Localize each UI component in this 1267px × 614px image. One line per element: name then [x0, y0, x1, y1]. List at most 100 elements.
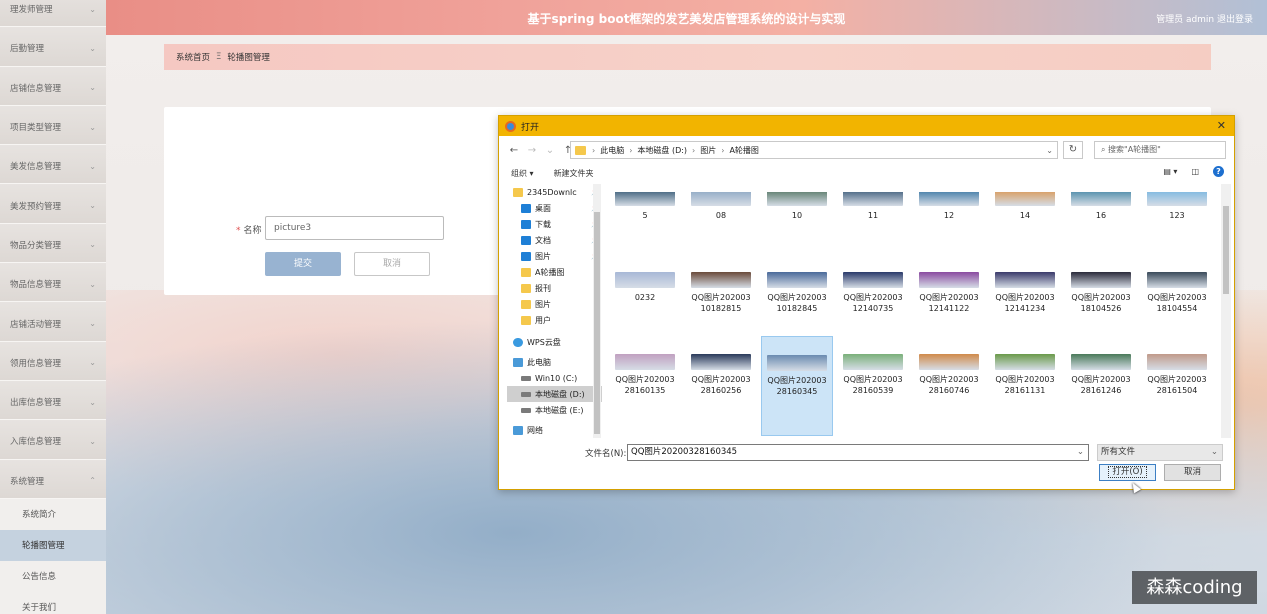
sidebar-item-label: 物品信息管理: [10, 280, 62, 291]
chevron-down-icon[interactable]: ⌄: [1211, 445, 1218, 460]
nav-item[interactable]: 图片: [507, 296, 602, 312]
address-segment[interactable]: A轮播图: [729, 145, 758, 156]
file-name: 123: [1169, 211, 1185, 220]
nav-item-label: 下载: [535, 219, 551, 229]
address-segment[interactable]: 图片: [700, 145, 716, 156]
drive-icon: [521, 391, 531, 397]
navigation-pane: 2345Downlc📌桌面📌下载📌文档📌图片📌A轮播图报刊图片用户 WPS云盘此电…: [507, 184, 602, 438]
file-tile[interactable]: QQ图片20200328160135: [609, 336, 681, 436]
forward-arrow-icon[interactable]: →: [523, 145, 541, 156]
file-tile[interactable]: QQ图片20200328160345: [761, 336, 833, 436]
sidebar-item-label: 美发预约管理: [10, 201, 62, 212]
close-icon[interactable]: ✕: [1217, 119, 1226, 132]
nav-item-label: 用户: [535, 315, 551, 325]
chevron-down-icon[interactable]: ⌄: [1077, 445, 1084, 460]
submit-button[interactable]: 提交: [265, 252, 341, 276]
sidebar-item[interactable]: 物品信息管理 ⌄: [0, 263, 106, 303]
sidebar-item[interactable]: 项目类型管理 ⌄: [0, 105, 106, 146]
nav-item[interactable]: 图片📌: [507, 248, 602, 264]
back-arrow-icon[interactable]: ←: [505, 145, 523, 156]
nav-item[interactable]: 2345Downlc📌: [507, 184, 602, 200]
file-tile[interactable]: QQ图片20200328161131: [989, 336, 1061, 436]
browser-icon: [505, 120, 516, 132]
sidebar-item[interactable]: 店铺信息管理 ⌄: [0, 66, 106, 106]
nav-item[interactable]: 本地磁盘 (D:): [507, 386, 602, 402]
file-tile[interactable]: QQ图片20200328160539: [837, 336, 909, 436]
address-segment[interactable]: 此电脑: [600, 145, 624, 156]
image-thumbnail: [919, 272, 979, 288]
chevron-down-icon[interactable]: ⌄: [1046, 146, 1053, 155]
preview-pane-icon[interactable]: ◫: [1191, 167, 1199, 176]
sidebar-item[interactable]: 入库信息管理 ⌄: [0, 420, 106, 460]
file-tile[interactable]: QQ图片20200328161246: [1065, 336, 1137, 436]
dialog-toolbar: 组织 ▾ 新建文件夹 ▤ ▾ ◫ ?: [499, 164, 1234, 182]
file-tile[interactable]: QQ图片20200328161504: [1141, 336, 1213, 436]
file-grid: 5 08 10 11 12 14 16 123 0232 QQ图片20200310182815 QQ…: [609, 192, 1221, 438]
sidebar-item[interactable]: 后勤管理 ⌄: [0, 27, 106, 67]
file-tile[interactable]: QQ图片20200328160256: [685, 336, 757, 436]
nav-item[interactable]: 桌面📌: [507, 200, 602, 216]
nav-item[interactable]: 文档📌: [507, 232, 602, 248]
open-button[interactable]: 打开(O): [1099, 464, 1156, 481]
help-icon[interactable]: ?: [1213, 166, 1224, 177]
chevron-up-icon: ⌃: [89, 476, 96, 486]
sidebar-item[interactable]: 出库信息管理 ⌄: [0, 380, 106, 421]
grid-scrollbar[interactable]: [1221, 184, 1231, 438]
breadcrumb-home[interactable]: 系统首页: [176, 51, 210, 63]
sidebar-item[interactable]: 领用信息管理 ⌄: [0, 341, 106, 381]
file-name: QQ图片20200328161504: [1147, 375, 1207, 395]
image-thumbnail: [767, 355, 827, 371]
nav-item[interactable]: 网络: [507, 422, 602, 438]
chevron-down-icon: ⌄: [89, 436, 96, 446]
cancel-button[interactable]: 取消: [354, 252, 430, 276]
file-name: QQ图片20200328160539: [843, 375, 903, 395]
nav-item-label: 报刊: [535, 283, 551, 293]
image-thumbnail: [843, 192, 903, 206]
image-thumbnail: [767, 192, 827, 206]
nav-item[interactable]: 此电脑: [507, 354, 602, 370]
sidebar-subitem[interactable]: 轮播图管理: [0, 529, 106, 561]
image-thumbnail: [1071, 354, 1131, 370]
sidebar: 理发师管理 ⌄ 后勤管理 ⌄ 店铺信息管理 ⌄ 项目类型管理 ⌄ 美发信息管理 ⌄ 美发预约管理 ⌄ 物…: [0, 0, 106, 614]
address-segment[interactable]: 本地磁盘 (D:): [637, 145, 687, 156]
user-info[interactable]: 管理员 admin 退出登录: [1156, 12, 1253, 25]
name-label: * 名称: [236, 226, 262, 236]
sidebar-subitem[interactable]: 关于我们: [0, 591, 106, 614]
new-folder-button[interactable]: 新建文件夹: [554, 168, 594, 179]
nav-item[interactable]: 本地磁盘 (E:): [507, 402, 602, 418]
nav-item[interactable]: 用户: [507, 312, 602, 328]
nav-item[interactable]: Win10 (C:): [507, 370, 602, 386]
sidebar-item[interactable]: 理发师管理 ⌄: [0, 0, 106, 28]
nav-scrollbar[interactable]: [593, 184, 601, 438]
filename-input[interactable]: QQ图片20200328160345 ⌄: [627, 444, 1089, 461]
recent-dropdown-icon[interactable]: ⌄: [541, 145, 559, 156]
computer-icon: [513, 425, 523, 435]
nav-item[interactable]: 下载📌: [507, 216, 602, 232]
filetype-select[interactable]: 所有文件 ⌄: [1097, 444, 1223, 461]
image-thumbnail: [691, 192, 751, 206]
name-input[interactable]: picture3: [265, 216, 444, 240]
sidebar-subitem[interactable]: 公告信息: [0, 560, 106, 592]
file-tile[interactable]: QQ图片20200328160746: [913, 336, 985, 436]
sidebar-subitem[interactable]: 系统简介: [0, 498, 106, 530]
image-thumbnail: [843, 354, 903, 370]
view-options-icon[interactable]: ▤ ▾: [1163, 167, 1177, 176]
refresh-icon[interactable]: ↻: [1063, 141, 1083, 159]
nav-item[interactable]: A轮播图: [507, 264, 602, 280]
sidebar-item[interactable]: 店铺活动管理 ⌄: [0, 302, 106, 342]
sidebar-item[interactable]: 物品分类管理 ⌄: [0, 223, 106, 264]
dialog-cancel-button[interactable]: 取消: [1164, 464, 1221, 481]
page-title: 基于spring boot框架的发艺美发店管理系统的设计与实现: [527, 12, 846, 26]
sidebar-item[interactable]: 美发信息管理 ⌄: [0, 145, 106, 185]
dialog-title: 打开: [521, 122, 540, 133]
address-bar[interactable]: › 此电脑 › 本地磁盘 (D:) › 图片 › A轮播图 ⌄: [570, 141, 1058, 159]
file-name: 16: [1095, 211, 1107, 220]
sidebar-item[interactable]: 系统管理 ⌃: [0, 459, 106, 499]
organize-menu[interactable]: 组织 ▾: [511, 168, 534, 179]
nav-item[interactable]: 报刊: [507, 280, 602, 296]
nav-item[interactable]: WPS云盘: [507, 334, 602, 350]
chevron-down-icon: ⌄: [89, 279, 96, 289]
file-name: QQ图片20200318104526: [1071, 293, 1131, 313]
sidebar-item[interactable]: 美发预约管理 ⌄: [0, 184, 106, 224]
search-input[interactable]: ⌕ 搜索"A轮播图": [1094, 141, 1226, 159]
